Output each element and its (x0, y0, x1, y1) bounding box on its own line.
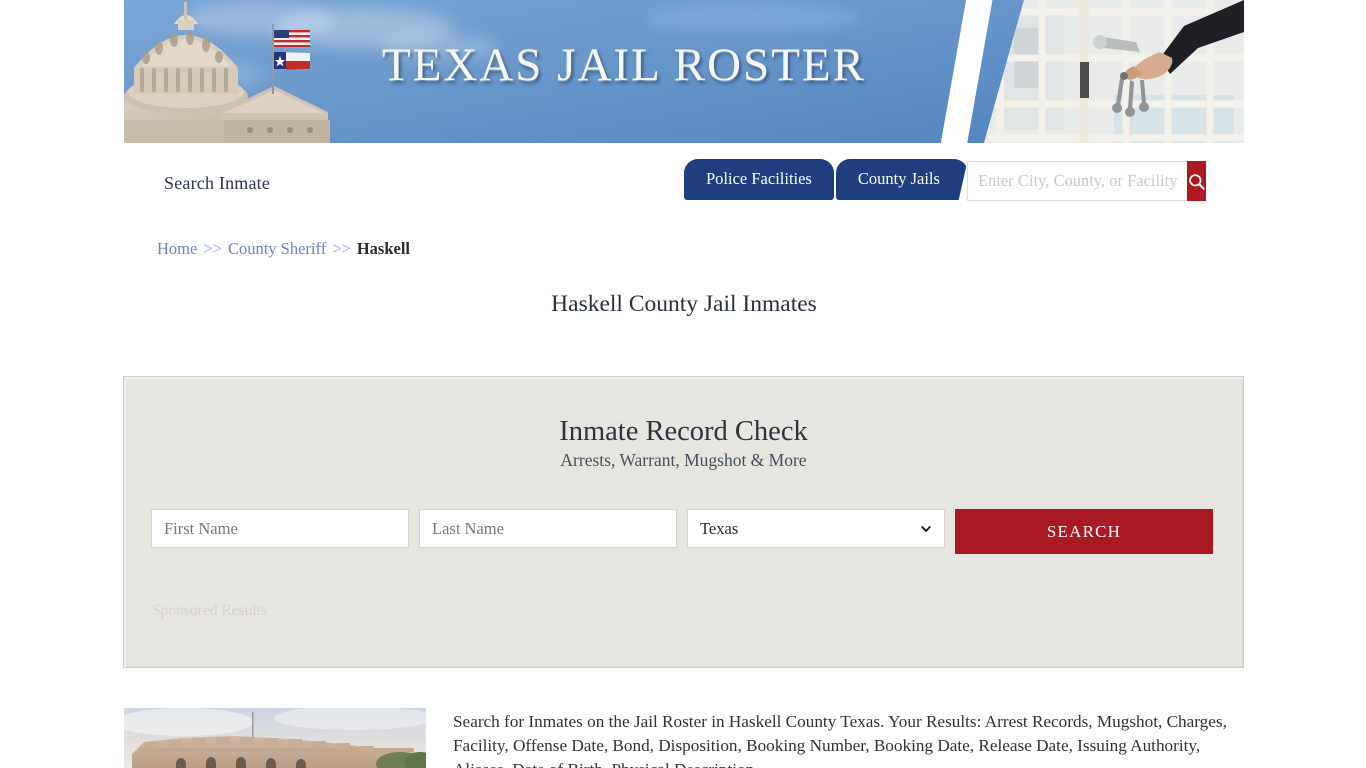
breadcrumb-home[interactable]: Home (157, 239, 197, 258)
breadcrumb-current: Haskell (356, 239, 411, 258)
panel-subtitle: Arrests, Warrant, Mugshot & More (560, 450, 807, 470)
nav-tabs: Police Facilities County Jails (684, 159, 968, 200)
breadcrumb-separator: >> (332, 239, 351, 258)
header-search-button[interactable] (1187, 161, 1206, 201)
panel-title: Inmate Record Check (559, 416, 808, 447)
breadcrumb: Home >> County Sheriff >> Haskell (157, 239, 410, 259)
breadcrumb-county-sheriff[interactable]: County Sheriff (228, 239, 326, 258)
inmate-search-button[interactable]: SEARCH (955, 509, 1213, 554)
first-name-input[interactable] (151, 509, 409, 548)
site-banner: TEXAS JAIL ROSTER (124, 0, 1244, 143)
state-select[interactable]: Texas (687, 509, 945, 548)
brand-search-inmate: Search Inmate (164, 173, 271, 193)
last-name-input[interactable] (419, 509, 677, 548)
page-root: TEXAS JAIL ROSTER Search Inmate Police F… (0, 0, 1366, 768)
sponsored-results-label: Sponsored Results (152, 602, 267, 619)
page-title: Haskell County Jail Inmates (551, 291, 817, 317)
navbar: Search Inmate Police Facilities County J… (124, 143, 1244, 223)
page-description: Search for Inmates on the Jail Roster in… (453, 712, 1227, 768)
courthouse-thumbnail (124, 708, 426, 768)
search-icon (1189, 173, 1205, 190)
cloud-decoration (644, 4, 864, 32)
tab-county-jails[interactable]: County Jails (835, 159, 968, 200)
tab-police-facilities[interactable]: Police Facilities (684, 159, 834, 200)
inmate-record-check-panel: Inmate Record Check Arrests, Warrant, Mu… (123, 376, 1244, 668)
jail-cell-image (984, 0, 1244, 143)
header-search-box (967, 161, 1206, 201)
state-select-wrapper: Texas (687, 509, 945, 548)
breadcrumb-separator: >> (203, 239, 222, 258)
inmate-search-form: Texas SEARCH (151, 509, 1216, 554)
jail-door-illustration (984, 0, 1244, 143)
courthouse-image (124, 708, 426, 768)
header-search-input[interactable] (967, 161, 1187, 201)
